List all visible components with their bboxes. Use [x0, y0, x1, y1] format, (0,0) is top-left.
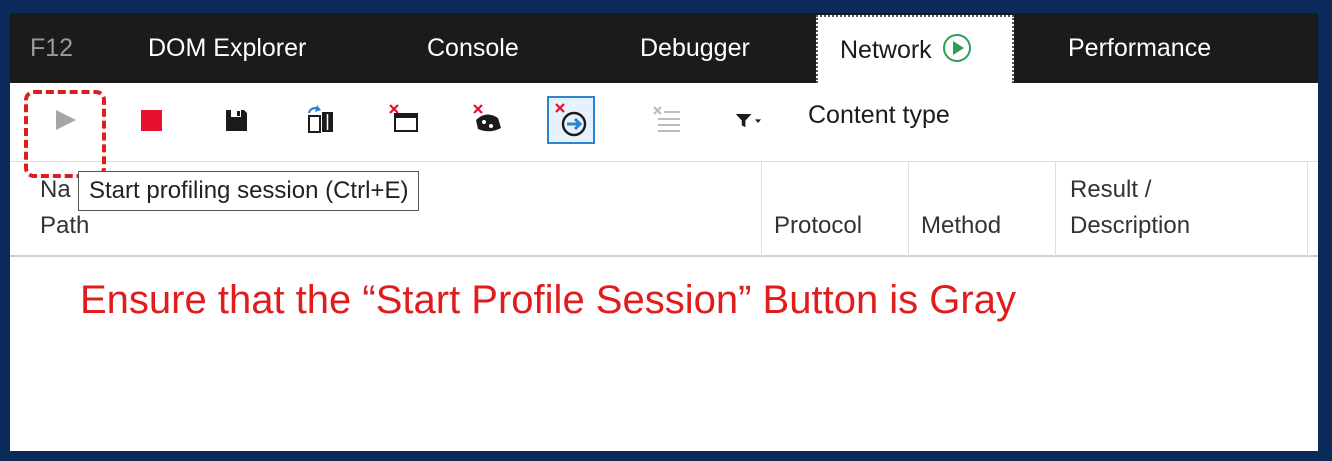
devtools-window: F12 DOM Explorer Console Debugger Networ… — [10, 13, 1318, 451]
tab-dom-explorer[interactable]: DOM Explorer — [148, 13, 306, 83]
clear-session-icon — [389, 104, 418, 132]
clear-entries-on-navigate-toggle[interactable] — [547, 96, 595, 144]
content-type-filter-button[interactable] — [734, 100, 794, 140]
clear-cache-icon — [473, 104, 501, 132]
network-toolbar: Content type — [10, 83, 1318, 178]
column-path-label: Path — [40, 212, 90, 239]
tab-performance[interactable]: Performance — [1068, 13, 1211, 83]
column-header-method[interactable]: Method — [909, 162, 1056, 258]
column-protocol-label: Protocol — [774, 212, 863, 239]
clear-entries-button[interactable] — [650, 100, 686, 140]
recording-icon — [942, 34, 971, 63]
clear-cache-button[interactable] — [470, 100, 506, 140]
filter-icon — [735, 114, 761, 128]
import-icon — [307, 105, 333, 133]
stop-icon — [141, 110, 162, 131]
column-method-label: Method — [921, 212, 1002, 239]
clear-entries-icon — [653, 106, 680, 132]
stop-profiling-button[interactable] — [134, 100, 170, 140]
import-button[interactable] — [303, 100, 339, 140]
column-header-result[interactable]: Result / Description — [1056, 162, 1308, 258]
highlight-box — [24, 90, 106, 178]
clear-session-button[interactable] — [386, 100, 422, 140]
tab-console[interactable]: Console — [427, 13, 519, 83]
save-icon — [226, 110, 247, 131]
tab-network-label: Network — [840, 36, 932, 64]
tab-debugger[interactable]: Debugger — [640, 13, 750, 83]
column-header-protocol[interactable]: Protocol — [762, 162, 909, 258]
tab-f12[interactable]: F12 — [30, 13, 73, 83]
column-name-label: Na — [40, 176, 71, 203]
content-type-filter-label[interactable]: Content type — [808, 101, 950, 130]
export-button[interactable] — [218, 100, 254, 140]
start-profiling-tooltip: Start profiling session (Ctrl+E) — [78, 171, 420, 211]
column-description-label: Description — [1070, 212, 1191, 239]
instruction-annotation: Ensure that the “Start Profile Session” … — [80, 278, 1016, 322]
tab-bar: F12 DOM Explorer Console Debugger Networ… — [10, 13, 1318, 83]
clear-on-navigate-icon — [555, 103, 587, 137]
tab-network[interactable]: Network — [816, 15, 1014, 83]
column-result-label: Result / — [1070, 176, 1152, 203]
